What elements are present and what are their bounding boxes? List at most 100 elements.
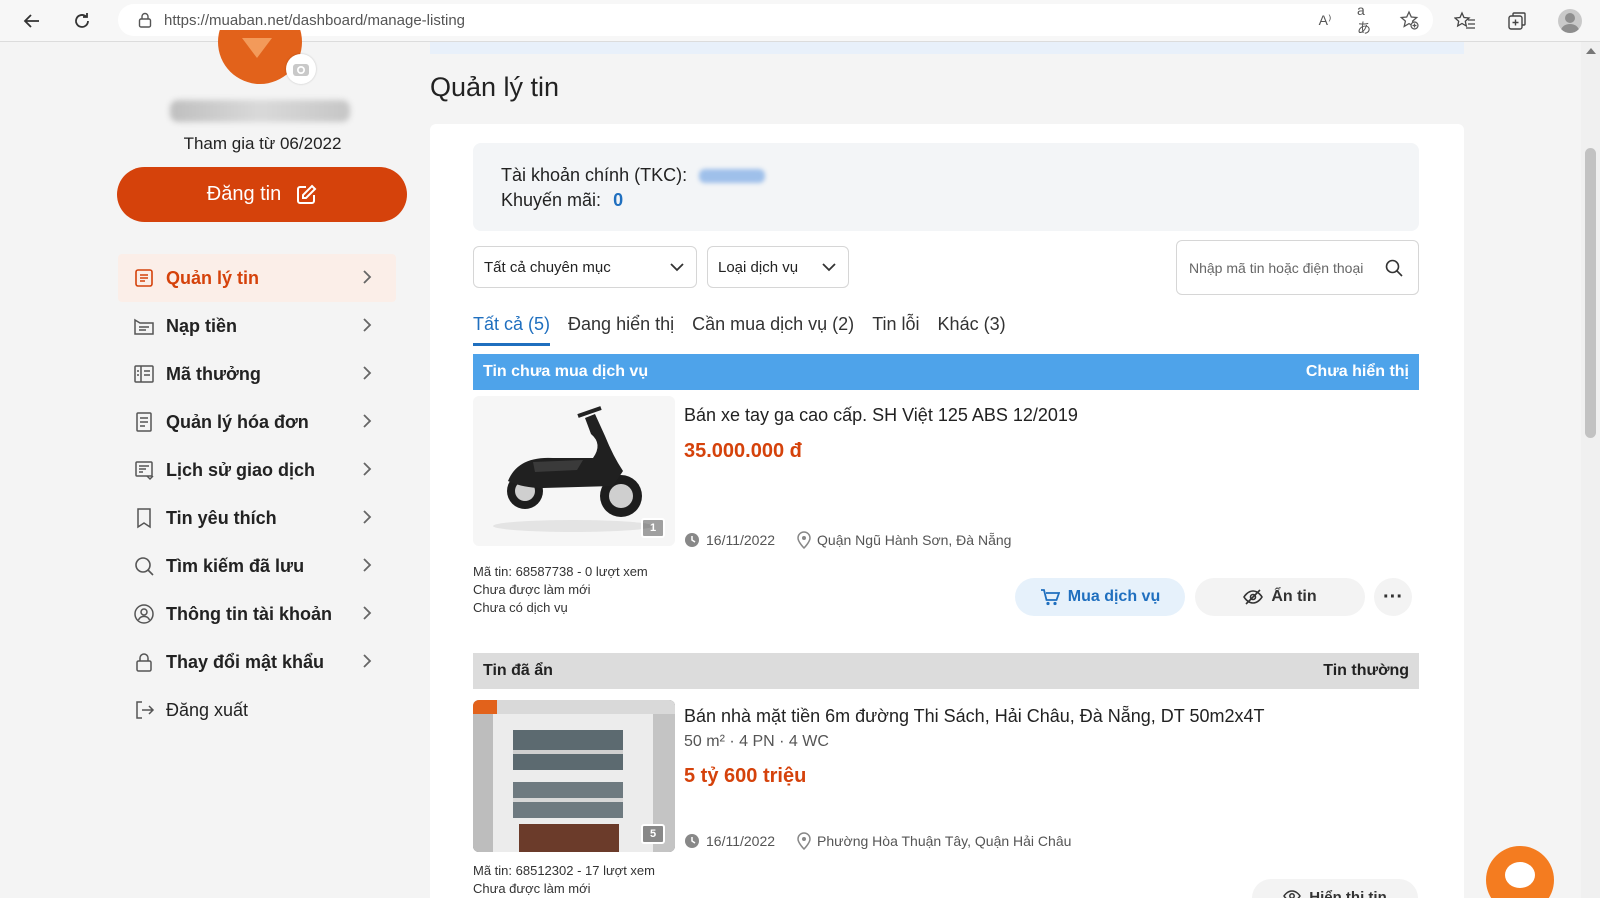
sidebar-item-label: Đăng xuất [166,699,249,720]
search-icon [132,554,156,578]
more-options-button[interactable]: ··· [1374,578,1412,616]
sidebar-item-invoice[interactable]: Quản lý hóa đơn [118,398,396,446]
url-text[interactable]: https://muaban.net/dashboard/manage-list… [164,12,465,29]
voucher-icon [132,362,156,386]
reload-icon[interactable] [62,1,102,41]
listing-price: 35.000.000 đ [684,440,802,462]
eye-icon [1283,889,1302,898]
sidebar-item-topup[interactable]: Nạp tiền [118,302,396,350]
listing-price: 5 tỷ 600 triệu [684,765,807,787]
listing-id-views: Mã tin: 68512302 - 17 lượt xem [473,863,655,878]
buy-service-button[interactable]: Mua dịch vụ [1015,578,1185,616]
image-count-badge: 5 [641,824,665,844]
listing-tabs: Tất cả (5) Đang hiển thị Cần mua dịch vụ… [473,314,1006,346]
listing-refresh-status: Chưa được làm mới [473,881,591,896]
sidebar-item-label: Tìm kiếm đã lưu [166,555,305,576]
page-scrollbar[interactable] [1581,42,1600,898]
chevron-right-icon [362,510,372,524]
listing-service-status: Chưa có dịch vụ [473,600,568,615]
listing-meta: 16/11/2022 Quận Ngũ Hành Sơn, Đà Nẵng [684,531,1011,549]
sidebar-item-manage-listing[interactable]: Quản lý tin [118,254,396,302]
back-icon[interactable] [12,1,52,41]
read-aloud-icon[interactable]: A⁾ [1315,10,1335,30]
chevron-right-icon [362,654,372,668]
listing-search[interactable] [1176,240,1419,295]
search-input[interactable] [1189,259,1384,276]
post-listing-button[interactable]: Đăng tin [117,167,407,222]
listing-thumbnail[interactable]: 5 [473,700,675,852]
sidebar-item-label: Thay đổi mật khẩu [166,651,325,672]
show-listing-button[interactable]: Hiển thị tin [1252,879,1418,898]
cart-icon [1040,588,1060,606]
service-type-select[interactable]: Loại dịch vụ [707,246,849,288]
transaction-history-icon [132,458,156,482]
listing-location: Phường Hòa Thuận Tây, Quận Hải Châu [817,833,1072,849]
scroll-thumb[interactable] [1585,148,1596,438]
search-icon[interactable] [1384,258,1404,278]
profile-name-blurred [170,100,350,122]
listing-refresh-status: Chưa được làm mới [473,582,591,597]
sidebar-item-transaction-history[interactable]: Lịch sử giao dịch [118,446,396,494]
top-strip [430,42,1464,54]
lock-icon [132,650,156,674]
logout-icon [132,698,156,722]
sidebar-item-logout[interactable]: Đăng xuất [118,686,396,734]
promo-value: 0 [613,190,624,210]
service-type-select-value: Loại dịch vụ [718,258,799,276]
scroll-up-arrow-icon[interactable] [1586,48,1596,54]
listing-visibility-label: Chưa hiển thị [1305,363,1409,380]
clock-icon [684,833,700,849]
sidebar-item-favorites[interactable]: Tin yêu thích [118,494,396,542]
listing-status-label: Tin đã ẩn [483,662,553,679]
listing-date: 16/11/2022 [706,532,776,548]
sidebar-item-label: Lịch sử giao dịch [166,459,316,480]
listing-status-label: Tin chưa mua dịch vụ [483,363,649,380]
hide-listing-button[interactable]: Ẩn tin [1195,578,1365,616]
chevron-right-icon [362,558,372,572]
chevron-down-icon [822,262,836,272]
listing-info: Mã tin: 68587738 - 0 lượt xem Chưa được … [473,563,648,617]
chevron-right-icon [362,366,372,380]
tab-showing[interactable]: Đang hiển thị [568,314,674,346]
bookmark-icon [132,506,156,530]
tab-all[interactable]: Tất cả (5) [473,314,551,346]
category-select[interactable]: Tất cả chuyên mục [473,246,697,288]
category-select-value: Tất cả chuyên mục [484,258,611,276]
lock-icon[interactable] [138,12,152,28]
sidebar-item-voucher[interactable]: Mã thưởng [118,350,396,398]
listing-specs: 50 m² · 4 PN · 4 WC [684,733,829,750]
tab-other[interactable]: Khác (3) [938,314,1006,346]
listing-thumbnail[interactable]: 1 [473,396,675,546]
listing-info: Mã tin: 68512302 - 17 lượt xem Chưa được… [473,862,655,898]
main-account-label: Tài khoản chính (TKC): [501,165,688,185]
balance-box: Tài khoản chính (TKC): Khuyến mãi: 0 [473,143,1419,231]
chat-button[interactable] [1486,846,1554,898]
chevron-right-icon [362,270,372,284]
address-bar[interactable]: https://muaban.net/dashboard/manage-list… [118,2,1433,36]
tab-error[interactable]: Tin lỗi [872,314,919,346]
profile-icon[interactable] [1558,9,1582,33]
listing-location: Quận Ngũ Hành Sơn, Đà Nẵng [817,532,1012,548]
sidebar-item-saved-search[interactable]: Tìm kiếm đã lưu [118,542,396,590]
chevron-right-icon [362,462,372,476]
camera-icon[interactable] [286,54,316,84]
account-icon [132,602,156,626]
sidebar-item-label: Nạp tiền [166,315,238,336]
image-count-badge: 1 [641,518,665,538]
location-pin-icon [797,531,811,549]
listing-title[interactable]: Bán nhà mặt tiền 6m đường Thi Sách, Hải … [684,706,1264,727]
favorites-icon[interactable] [1454,10,1476,32]
listing-title[interactable]: Bán xe tay ga cao cấp. SH Việt 125 ABS 1… [684,405,1078,426]
tab-need-service[interactable]: Cần mua dịch vụ (2) [692,314,854,346]
sidebar-item-account-info[interactable]: Thông tin tài khoản [118,590,396,638]
translate-icon[interactable]: aあ [1357,2,1377,36]
hide-listing-label: Ẩn tin [1271,588,1317,605]
page-title: Quản lý tin [430,72,560,102]
sidebar-item-label: Thông tin tài khoản [166,603,332,624]
add-favorite-icon[interactable] [1399,10,1419,30]
sidebar-menu: Quản lý tin Nạp tiền Mã thưởng Quản lý h… [118,254,396,734]
chat-bubble-icon [1505,862,1535,888]
listing-status-band: Tin đã ẩn Tin thường [473,653,1419,689]
sidebar-item-change-password[interactable]: Thay đổi mật khẩu [118,638,396,686]
collections-icon[interactable] [1506,10,1528,32]
